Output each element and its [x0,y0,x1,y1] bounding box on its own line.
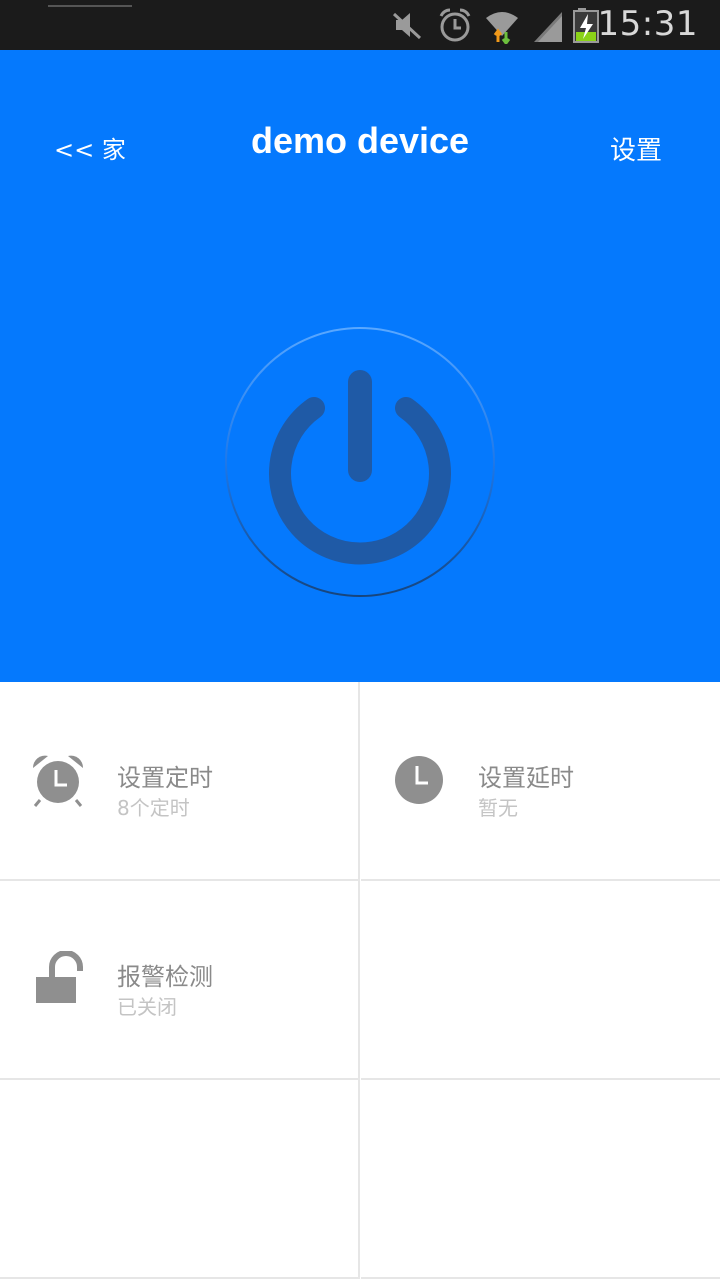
settings-button[interactable]: 设置 [610,130,662,167]
delay-status-text: 暂无 [478,796,518,820]
timer-count-text: 8个定时 [117,796,190,820]
alarm-detection-item[interactable]: 报警检测 已关闭 [0,881,360,1080]
function-grid: 设置定时 8个定时 设置延时 暂无 报警检测 已关闭 [0,682,720,1280]
alarm-icon [439,8,471,42]
alarm-clock-icon [32,755,84,807]
clock-icon [395,756,443,804]
signal-icon [534,12,562,42]
delay-settings-item[interactable]: 设置延时 暂无 [361,682,720,881]
mute-icon [392,12,422,40]
device-header: << 家 demo device 设置 [0,50,720,682]
timer-settings-label: 设置定时 [117,764,213,792]
delay-settings-label: 设置延时 [478,764,574,792]
power-button[interactable] [224,324,496,602]
power-icon [225,327,495,597]
empty-grid-cell [0,1080,360,1279]
empty-grid-cell [361,881,720,1080]
alarm-status-text: 已关闭 [117,995,177,1019]
empty-grid-cell [361,1080,720,1279]
status-bar: 15:31 [0,0,720,50]
notification-line [48,5,132,7]
clock-time: 15:31 [597,4,698,44]
unlock-icon [36,951,83,1003]
wifi-icon [486,12,518,44]
timer-settings-item[interactable]: 设置定时 8个定时 [0,682,360,881]
alarm-detection-label: 报警检测 [117,963,213,991]
